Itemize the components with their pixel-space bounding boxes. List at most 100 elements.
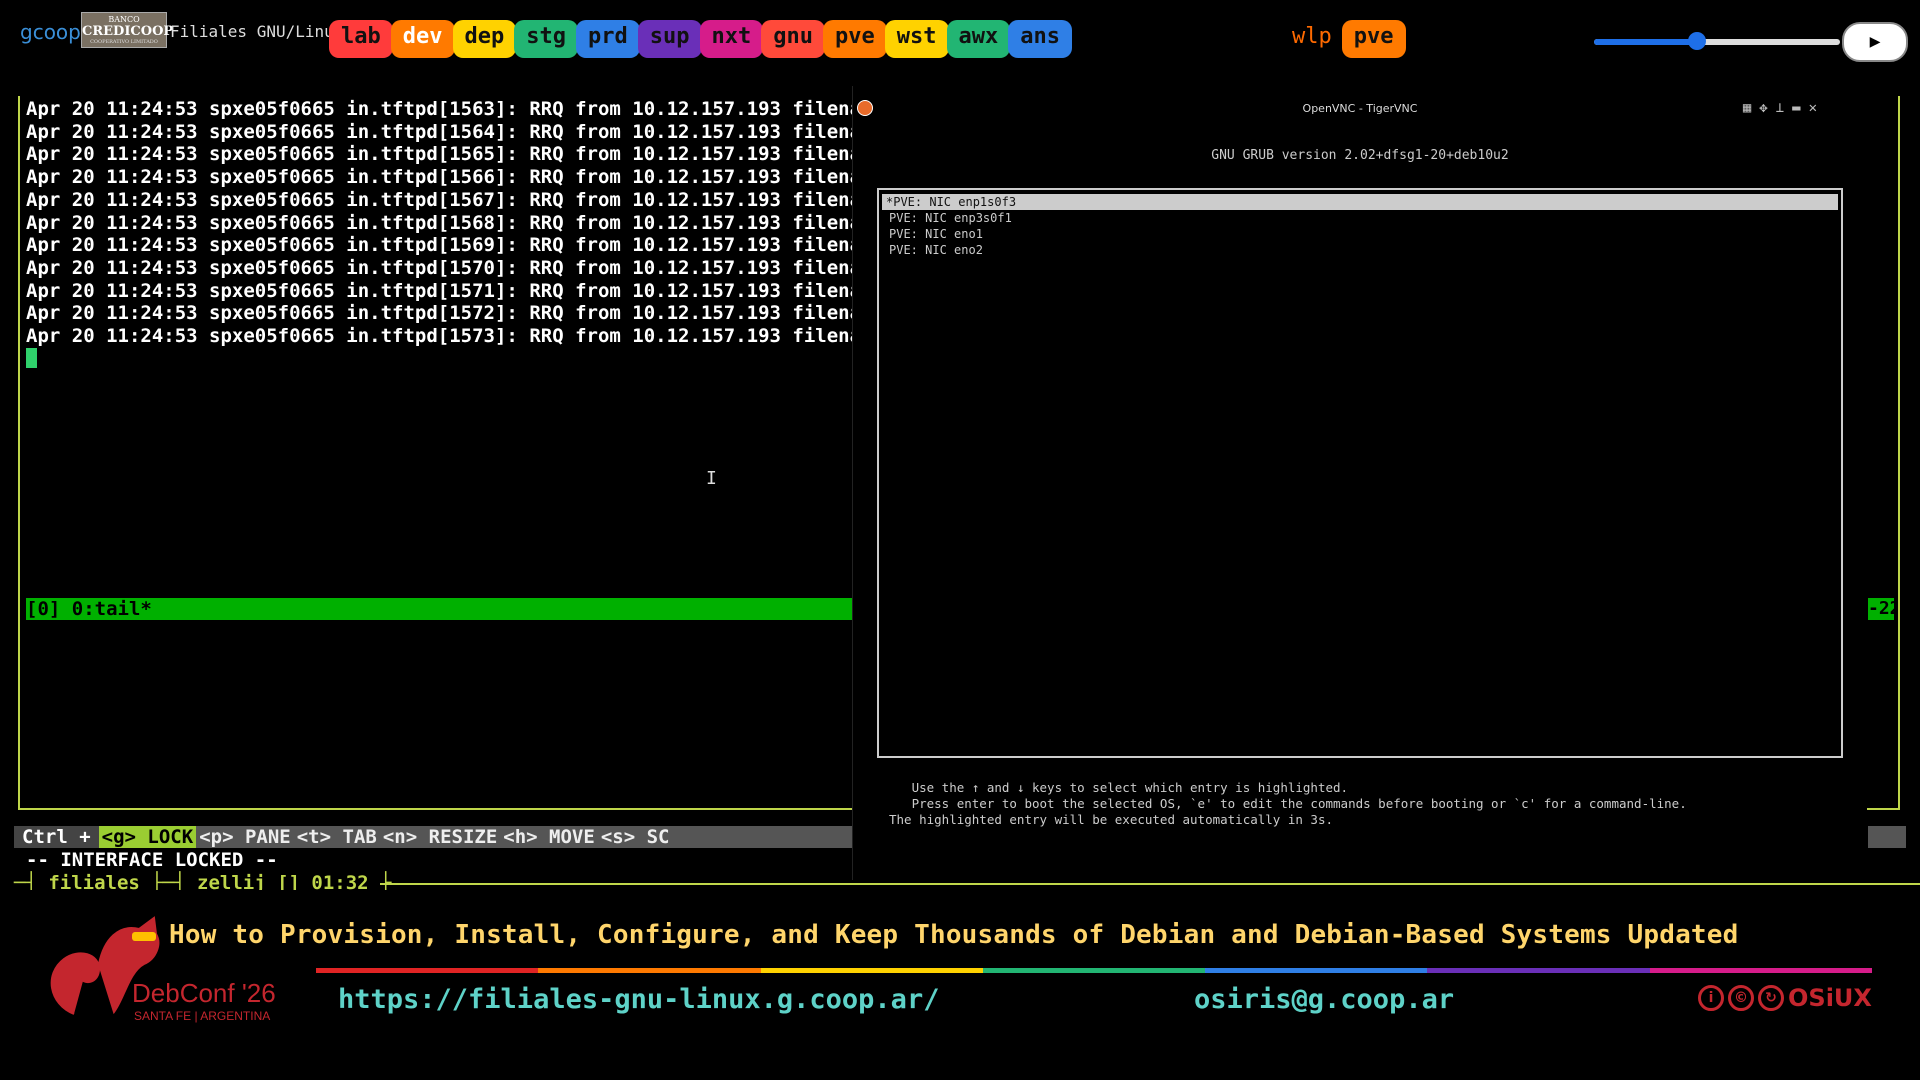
- rainbow-segment: [1649, 968, 1872, 973]
- play-button[interactable]: ▶: [1842, 22, 1908, 62]
- tag-main-8[interactable]: pve: [823, 20, 887, 58]
- handle-label: OSiUX: [1788, 984, 1872, 1012]
- zellij-mode-move[interactable]: <h> MOVE: [500, 826, 598, 848]
- tag-label: wlp: [1292, 24, 1332, 49]
- tag-main-10[interactable]: awx: [946, 20, 1011, 58]
- log-line: Apr 20 11:24:53 spxe05f0665 in.tftpd[156…: [26, 234, 884, 257]
- zellij-lead: Ctrl +: [14, 826, 99, 848]
- zellij-key: <n>: [382, 826, 418, 848]
- bank-sub: COOPERATIVO LIMITADO: [90, 39, 158, 45]
- project-url[interactable]: https://filiales-gnu-linux.g.coop.ar/: [338, 984, 939, 1015]
- zellij-key: <g>: [101, 826, 136, 848]
- tmux-status-bar: [0] 0:tail*: [26, 598, 852, 620]
- grub-entry[interactable]: PVE: NIC eno1: [879, 226, 1841, 242]
- zellij-mode-lock[interactable]: <g> LOCK: [98, 826, 197, 848]
- tag-main-4[interactable]: prd: [576, 20, 640, 58]
- rainbow-segment: [1205, 968, 1428, 973]
- grub-header: GNU GRUB version 2.02+dfsg1-20+deb10u2: [1211, 148, 1509, 163]
- maximize-icon[interactable]: ▬: [1792, 100, 1800, 116]
- zellij-label: PANE: [244, 826, 291, 848]
- zellij-mode-resize[interactable]: <n> RESIZE: [380, 826, 500, 848]
- close-icon[interactable]: ✕: [1809, 100, 1817, 116]
- tag-label: prd: [588, 24, 628, 49]
- zellij-label: SC: [646, 826, 670, 848]
- environment-tags-right: wlp pve: [1280, 20, 1406, 58]
- log-line: Apr 20 11:24:53 spxe05f0665 in.tftpd[157…: [26, 325, 884, 348]
- tag-main-5[interactable]: sup: [637, 20, 702, 58]
- vnc-window[interactable]: OpenVNC - TigerVNC ▦ ✥ ⊥ ▬ ✕ GNU GRUB ve…: [852, 86, 1867, 880]
- talk-title: How to Provision, Install, Configure, an…: [169, 920, 1739, 950]
- play-icon: ▶: [1869, 31, 1881, 52]
- zellij-keybar-right: [1868, 826, 1906, 848]
- move-icon[interactable]: ✥: [1759, 100, 1767, 116]
- pin-icon[interactable]: ⊥: [1776, 100, 1784, 116]
- log-line: Apr 20 11:24:53 spxe05f0665 in.tftpd[157…: [26, 279, 884, 302]
- grub-menu[interactable]: *PVE: NIC enp1s0f3 PVE: NIC enp3s0f1 PVE: …: [877, 188, 1843, 758]
- log-line: Apr 20 11:24:53 spxe05f0665 in.tftpd[157…: [26, 302, 884, 325]
- ibeam-cursor-icon: I: [706, 468, 717, 489]
- gcoop-logo: gcoop: [20, 20, 81, 44]
- tile-icon[interactable]: ▦: [1743, 100, 1751, 116]
- grub-entry[interactable]: PVE: NIC eno2: [879, 242, 1841, 258]
- rainbow-segment: [316, 968, 539, 973]
- tag-label: awx: [958, 24, 999, 49]
- tag-main-0[interactable]: lab: [329, 20, 393, 58]
- tag-main-11[interactable]: ans: [1008, 20, 1072, 58]
- zellij-mode-tab[interactable]: <t> TAB: [294, 826, 380, 848]
- tag-main-1[interactable]: dev: [390, 20, 455, 58]
- progress-slider[interactable]: [1594, 32, 1840, 50]
- log-line: Apr 20 11:24:53 spxe05f0665 in.tftpd[156…: [26, 211, 884, 234]
- zellij-mode-sc[interactable]: <s> SC: [598, 826, 673, 848]
- log-line: Apr 20 11:24:53 spxe05f0665 in.tftpd[156…: [26, 188, 884, 211]
- log-line: Apr 20 11:24:53 spxe05f0665 in.tftpd[156…: [26, 143, 884, 166]
- tag-main-7[interactable]: gnu: [761, 20, 825, 58]
- grub-help-line: The highlighted entry will be executed a…: [889, 812, 1334, 827]
- zellij-label: TAB: [342, 826, 377, 848]
- tmux-status-right: -22: [1868, 598, 1894, 620]
- tag-label: dep: [464, 24, 505, 49]
- tag-main-3[interactable]: stg: [514, 20, 578, 58]
- environment-tags: lab dev dep stg prd sup nxt gnu pve wst awx ans: [329, 20, 1072, 58]
- tag-label: nxt: [711, 24, 752, 49]
- tag-label: stg: [526, 24, 566, 49]
- vnc-titlebar: OpenVNC - TigerVNC ▦ ✥ ⊥ ▬ ✕: [853, 86, 1867, 138]
- tag-right-0[interactable]: wlp: [1280, 20, 1344, 58]
- debconf-logo-text: DebConf '26: [132, 978, 276, 1008]
- tag-label: pve: [835, 24, 875, 49]
- info-icon: i: [1698, 985, 1724, 1011]
- interface-locked-message: -- INTERFACE LOCKED --: [26, 849, 278, 871]
- log-line: Apr 20 11:24:53 spxe05f0665 in.tftpd[156…: [26, 120, 884, 143]
- brand-title: Filiales GNU/Linux: [170, 22, 344, 41]
- footer-banner: DebConf '26 SANTA FE | ARGENTINA How to …: [0, 890, 1920, 1080]
- rainbow-segment: [1427, 968, 1650, 973]
- tag-main-9[interactable]: wst: [884, 20, 949, 58]
- grub-entry[interactable]: *PVE: NIC enp1s0f3: [882, 194, 1838, 210]
- share-icon: ↻: [1758, 985, 1784, 1011]
- tag-main-6[interactable]: nxt: [699, 20, 764, 58]
- copyleft-icon: ©: [1728, 985, 1754, 1011]
- zellij-label: RESIZE: [428, 826, 498, 848]
- bank-small-label: BANCO: [108, 15, 140, 24]
- tag-right-1[interactable]: pve: [1341, 20, 1406, 58]
- rainbow-divider: [316, 968, 1872, 973]
- log-line: Apr 20 11:24:53 spxe05f0665 in.tftpd[156…: [26, 98, 884, 120]
- zellij-keybar: Ctrl + <g> LOCK <p> PANE <t> TAB <n> RESIZE <…: [14, 826, 853, 848]
- top-bar: gcoop BANCO CREDICOOP COOPERATIVO LIMITA…: [0, 0, 1920, 86]
- rainbow-segment: [982, 968, 1206, 973]
- grub-entry[interactable]: PVE: NIC enp3s0f1: [879, 210, 1841, 226]
- tag-main-2[interactable]: dep: [452, 20, 517, 58]
- debconf-logo-sub: SANTA FE | ARGENTINA: [134, 1009, 270, 1023]
- session-rule: [380, 883, 1920, 885]
- author-handle: i © ↻ OSiUX: [1698, 984, 1872, 1012]
- tag-label: lab: [341, 24, 381, 49]
- contact-email[interactable]: osiris@g.coop.ar: [1194, 984, 1454, 1015]
- tag-label: pve: [1353, 24, 1394, 49]
- tag-label: dev: [402, 24, 443, 49]
- zellij-label: MOVE: [549, 826, 595, 848]
- zellij-mode-pane[interactable]: <p> PANE: [196, 826, 294, 848]
- rainbow-segment: [538, 968, 761, 973]
- tag-label: sup: [649, 24, 690, 49]
- slider-knob[interactable]: [1688, 32, 1707, 50]
- vnc-window-title: OpenVNC - TigerVNC: [1302, 102, 1418, 115]
- credicoop-logo: BANCO CREDICOOP COOPERATIVO LIMITADO: [81, 12, 173, 48]
